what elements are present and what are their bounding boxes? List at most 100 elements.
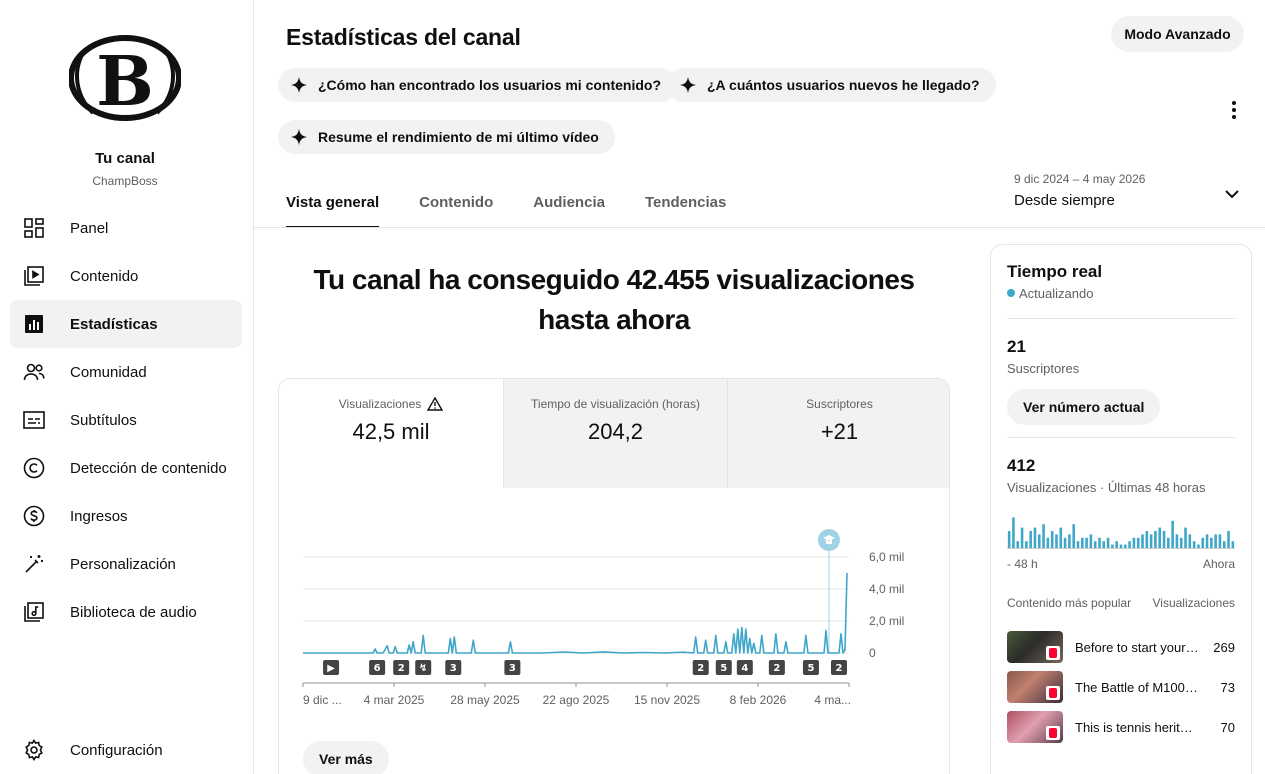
sparkle-icon [679,76,697,94]
x-tick-label: 4 ma... [814,693,851,707]
sidebar-item-panel[interactable]: Panel [10,204,242,252]
tab-overview[interactable]: Vista general [286,180,380,228]
realtime-bar [1106,537,1110,548]
tab-content[interactable]: Contenido [419,180,493,228]
realtime-bar [1080,537,1084,548]
popular-video-row[interactable]: Before to start your tennis match 269 [1007,631,1235,663]
realtime-bar [1192,541,1196,548]
sidebar-item-label: Estadísticas [70,315,158,333]
suggestion-chip-last-video[interactable]: Resume el rendimiento de mi último vídeo [278,120,615,154]
sidebar-item-label: Comunidad [70,363,147,381]
sidebar-item-community[interactable]: Comunidad [10,348,242,396]
realtime-axis-end: Ahora [1202,557,1235,571]
realtime-bar [1050,531,1054,548]
chip-label: ¿Cómo han encontrado los usuarios mi con… [318,77,662,93]
views-headline: Tu canal ha conseguido 42.455 visualizac… [313,264,916,335]
realtime-bar [1128,541,1131,548]
realtime-bar [1111,544,1114,548]
realtime-bar [1029,531,1032,548]
realtime-bar [1093,541,1097,548]
tab-audience[interactable]: Audiencia [533,180,605,228]
channel-logo-icon[interactable]: B [69,35,181,121]
suggestion-chip-discovery[interactable]: ¿Cómo han encontrado los usuarios mi con… [278,68,678,102]
date-range-dates: 9 dic 2024 – 4 may 2026 [1014,172,1146,186]
realtime-bar [1145,531,1149,548]
video-marker-label: 4 [741,663,748,674]
shorts-icon [1046,646,1060,660]
metric-watch-time[interactable]: Tiempo de visualización (horas) 204,2 [503,379,727,488]
sidebar-item-label: Personalización [70,555,176,573]
realtime-bar [1115,541,1118,548]
metric-subscribers[interactable]: Suscriptores +21 [727,379,949,488]
channel-title: Tu canal [95,150,155,167]
tab-trends[interactable]: Tendencias [645,180,726,228]
suggestion-chip-new-viewers[interactable]: ¿A cuántos usuarios nuevos he llegado? [667,68,996,102]
sidebar-item-label: Biblioteca de audio [70,603,197,621]
chip-label: Resume el rendimiento de mi último vídeo [318,129,599,145]
realtime-bar [1089,534,1093,548]
y-tick-label: 2,0 mil [869,614,904,628]
popular-video-row[interactable]: The Battle of M100 tennis 73 [1007,671,1235,703]
sidebar-item-customization[interactable]: Personalización [10,540,242,588]
video-title: The Battle of M100 tennis [1075,680,1199,695]
y-tick-label: 0 [869,646,876,660]
realtime-bar [1136,537,1140,548]
x-tick-label: 22 ago 2025 [543,693,610,707]
sidebar-item-analytics[interactable]: Estadísticas [10,300,242,348]
sidebar-item-content-detection[interactable]: Detección de contenido [10,444,242,492]
sidebar-item-content[interactable]: Contenido [10,252,242,300]
video-marker-label: 5 [807,663,814,674]
metric-value: 204,2 [587,419,644,444]
sidebar-nav: Panel Contenido Estadísticas Comunidad S… [10,204,242,636]
realtime-bar [1167,537,1170,548]
metric-label: Tiempo de visualización (horas) [531,397,700,411]
realtime-card: Tiempo real Actualizando 21 Suscriptores… [990,244,1252,774]
realtime-bar [1012,517,1015,548]
date-range-selector[interactable]: 9 dic 2024 – 4 may 2026 Desde siempre [1014,172,1244,216]
dashboard-icon [24,218,44,238]
y-tick-label: 4,0 mil [869,582,904,596]
realtime-bar [1162,531,1166,548]
video-thumbnail [1007,631,1063,663]
x-tick-label: 4 mar 2025 [364,693,425,707]
content-icon [24,266,44,286]
metric-views[interactable]: Visualizaciones 42,5 mil [279,379,503,488]
shorts-icon [1046,726,1060,740]
x-tick-label: 15 nov 2025 [634,693,700,707]
realtime-status: Actualizando [1007,286,1093,301]
live-dot-icon [1007,289,1015,297]
audio-library-icon [24,602,44,622]
metric-value: +21 [820,419,859,444]
realtime-bar [1016,541,1020,548]
realtime-bar [1119,544,1123,548]
video-marker-label: 5 [720,663,727,674]
realtime-bar [1184,527,1187,548]
show-current-count-button[interactable]: Ver número actual [1007,389,1161,425]
dollar-icon [23,505,45,527]
views-chart[interactable]: 6,0 mil 4,0 mil 2,0 mil 0 ▶ 6 2 ↯ 3 3 2 5 4 2 5 2 9 dic … [279,509,950,719]
shorts-icon [1046,686,1060,700]
sidebar-item-label: Panel [70,219,109,237]
sparkle-icon [290,76,308,94]
video-title: This is tennis heritage [1075,720,1199,735]
sidebar-item-settings[interactable]: Configuración [10,726,242,774]
advanced-mode-button[interactable]: Modo Avanzado [1111,16,1244,52]
realtime-bar [1210,537,1213,548]
realtime-subscribers-value: 21 [1007,337,1026,356]
video-marker-label: 3 [509,663,516,674]
sidebar-item-earn[interactable]: Ingresos [10,492,242,540]
sidebar-item-audio-library[interactable]: Biblioteca de audio [10,588,242,636]
divider [1007,437,1235,438]
more-options-icon[interactable] [1224,98,1244,122]
realtime-views-bars[interactable] [1007,513,1235,549]
metrics-card: Visualizaciones 42,5 mil Tiempo de visua… [278,378,950,774]
sidebar: B Tu canal ChampBoss Panel Contenido Est… [0,0,254,774]
page-title: Estadísticas del canal [286,24,521,50]
sidebar-item-subtitles[interactable]: Subtítulos [10,396,242,444]
x-tick-label: 28 may 2025 [450,693,520,707]
see-more-button[interactable]: Ver más [303,741,389,774]
realtime-bar [1098,537,1101,548]
popular-video-row[interactable]: This is tennis heritage 70 [1007,711,1235,743]
sidebar-settings: Configuración [10,726,242,774]
chevron-down-icon [1225,190,1239,199]
